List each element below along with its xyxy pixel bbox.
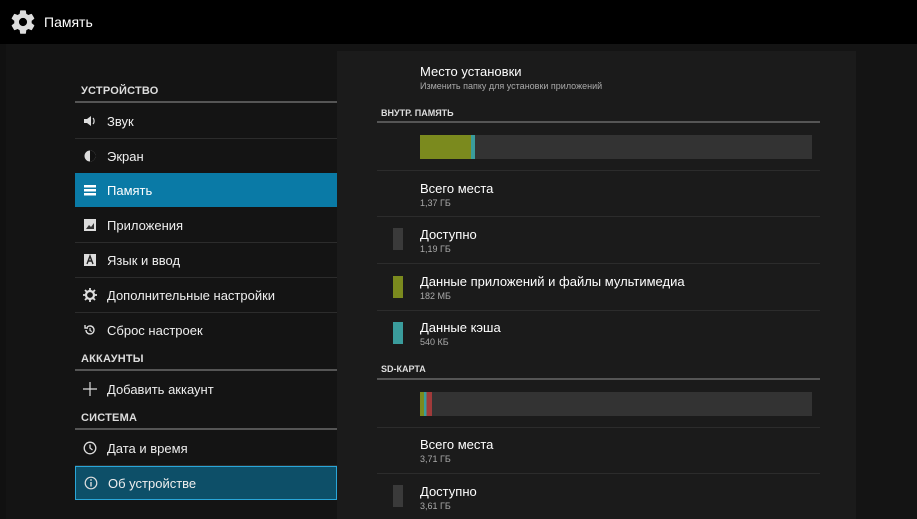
section-header-device: УСТРОЙСТВО [81,85,159,97]
clock-icon [83,441,97,455]
section-divider [75,428,337,430]
internal-apps-row[interactable]: Данные приложений и файлы мультимедиа 18… [337,264,856,310]
sidebar-item-label: Дополнительные настройки [107,287,276,303]
cache-data-title: Данные кэша [420,320,501,335]
total-space-value: 3,71 ГБ [420,454,451,464]
sidebar-item-label: Язык и ввод [107,252,181,268]
internal-total-row[interactable]: Всего места 1,37 ГБ [337,171,856,215]
sd-card-bar [420,392,812,416]
section-divider [377,378,820,380]
internal-cache-row[interactable]: Данные кэша 540 КБ [337,311,856,357]
internal-storage-bar [420,135,812,159]
section-divider [75,369,337,371]
available-color-swatch [393,228,403,250]
sd-card-header: SD-КАРТА [381,364,426,374]
available-title: Доступно [420,484,477,499]
sidebar-item-label: Добавить аккаунт [107,381,214,397]
sidebar-item-sound[interactable]: Звук [75,104,337,138]
title-bar: Память [0,0,917,44]
brightness-icon [83,149,97,163]
storage-panel: Место установки Изменить папку для устан… [337,51,856,519]
section-divider [75,101,337,103]
section-divider [377,121,820,123]
install-location-row[interactable]: Место установки Изменить папку для устан… [337,51,856,103]
sd-usage-segment [420,392,432,416]
sd-total-row[interactable]: Всего места 3,71 ГБ [337,428,856,472]
apps-icon [83,218,97,232]
sidebar-item-label: Об устройстве [108,475,197,491]
sidebar-item-label: Сброс настроек [107,322,203,338]
apps-color-swatch [393,276,403,298]
reset-icon [83,323,97,337]
sidebar-item-language[interactable]: Язык и ввод [75,243,337,277]
sidebar-item-display[interactable]: Экран [75,139,337,173]
available-title: Доступно [420,227,477,242]
apps-data-title: Данные приложений и файлы мультимедиа [420,274,685,289]
install-location-title: Место установки [420,64,522,79]
cache-usage-segment [470,135,475,159]
available-value: 1,19 ГБ [420,244,451,254]
available-color-swatch [393,485,403,507]
sidebar-item-label: Звук [107,113,134,129]
gear-icon [83,288,97,302]
section-header-system: СИСТЕМА [81,412,138,424]
volume-icon [83,114,97,128]
sidebar-item-label: Память [107,182,153,198]
available-value: 3,61 ГБ [420,501,451,511]
sidebar-item-storage[interactable]: Память [75,173,337,207]
storage-icon [83,183,97,197]
cache-data-value: 540 КБ [420,337,449,347]
install-location-subtitle: Изменить папку для установки приложений [420,81,603,91]
sd-available-row[interactable]: Доступно 3,61 ГБ [337,474,856,518]
internal-storage-header: ВНУТР. ПАМЯТЬ [381,108,454,118]
total-space-value: 1,37 ГБ [420,198,451,208]
sidebar-item-label: Дата и время [107,440,188,456]
sidebar-item-advanced[interactable]: Дополнительные настройки [75,278,337,312]
sidebar-item-add-account[interactable]: Добавить аккаунт [75,372,337,406]
total-space-title: Всего места [420,437,494,452]
info-icon [84,476,98,490]
cache-color-swatch [393,322,403,344]
section-header-accounts: АККАУНТЫ [81,353,144,365]
language-icon [83,253,97,267]
plus-icon [83,382,97,396]
gear-icon [6,5,40,39]
sidebar-item-apps[interactable]: Приложения [75,208,337,242]
internal-available-row[interactable]: Доступно 1,19 ГБ [337,217,856,263]
sidebar-item-label: Приложения [107,217,184,233]
sidebar-item-date-time[interactable]: Дата и время [75,431,337,465]
sidebar-item-about[interactable]: Об устройстве [75,466,337,500]
sidebar-item-reset[interactable]: Сброс настроек [75,313,337,347]
apps-usage-segment [420,135,471,159]
total-space-title: Всего места [420,181,494,196]
sidebar-item-label: Экран [107,148,144,164]
page-title: Память [44,14,93,30]
apps-data-value: 182 МБ [420,291,451,301]
